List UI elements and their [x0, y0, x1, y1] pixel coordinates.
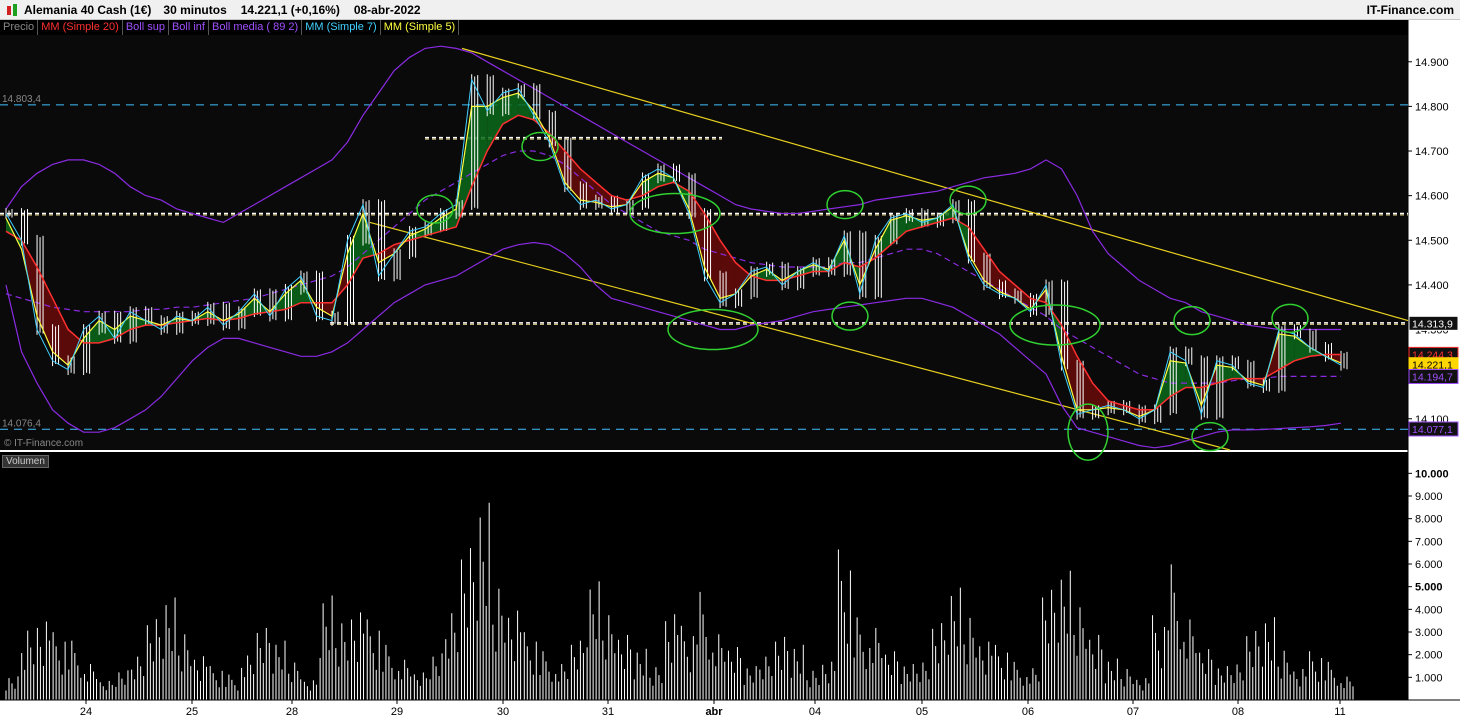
volume-tick-label: 10.000 — [1415, 468, 1449, 480]
x-tick-label: 06 — [1022, 706, 1034, 718]
x-tick-label: 04 — [809, 706, 821, 718]
x-tick-label: 29 — [391, 706, 403, 718]
x-tick-label: 30 — [497, 706, 509, 718]
volume-tick-label: 8.000 — [1415, 514, 1443, 526]
volume-plot-area — [0, 452, 1408, 700]
price-tick-label: 14.500 — [1415, 235, 1449, 247]
volume-tick-label: 4.000 — [1415, 604, 1443, 616]
x-tick-label: 24 — [80, 706, 92, 718]
volume-label: Volumen — [2, 455, 49, 468]
volume-tick-label: 7.000 — [1415, 536, 1443, 548]
x-tick-label: abr — [705, 706, 723, 718]
x-tick-label: 28 — [286, 706, 298, 718]
chart-window: { "header": { "instrument": "Alemania 40… — [0, 0, 1460, 720]
x-tick-label: 05 — [916, 706, 928, 718]
volume-tick-label: 1.000 — [1415, 672, 1443, 684]
price-tick-label: 14.700 — [1415, 146, 1449, 158]
volume-tick-label: 5.000 — [1415, 582, 1443, 594]
volume-tick-label: 9.000 — [1415, 491, 1443, 503]
price-tick-label: 14.400 — [1415, 280, 1449, 292]
volume-tick-label: 6.000 — [1415, 559, 1443, 571]
price-badge-label: 14.313,9 — [1412, 318, 1453, 330]
watermark: © IT-Finance.com — [4, 438, 84, 449]
price-chart[interactable]: 14.10014.20014.30014.40014.50014.60014.7… — [0, 0, 1460, 720]
x-tick-label: 31 — [602, 706, 614, 718]
x-tick-label: 07 — [1127, 706, 1139, 718]
price-tick-label: 14.600 — [1415, 191, 1449, 203]
price-tick-label: 14.900 — [1415, 57, 1449, 69]
pane-divider — [0, 450, 1408, 452]
volume-tick-label: 2.000 — [1415, 650, 1443, 662]
price-badge-label: 14.194,7 — [1412, 372, 1453, 384]
x-tick-label: 08 — [1232, 706, 1244, 718]
level-label: 14.076,4 — [2, 418, 41, 429]
x-tick-label: 25 — [186, 706, 198, 718]
price-tick-label: 14.800 — [1415, 101, 1449, 113]
volume-tick-label: 3.000 — [1415, 627, 1443, 639]
level-label: 14.803,4 — [2, 94, 41, 105]
volume-axis-bg — [1408, 452, 1460, 700]
x-tick-label: 11 — [1334, 706, 1345, 718]
price-badge-label: 14.077,1 — [1412, 424, 1453, 436]
